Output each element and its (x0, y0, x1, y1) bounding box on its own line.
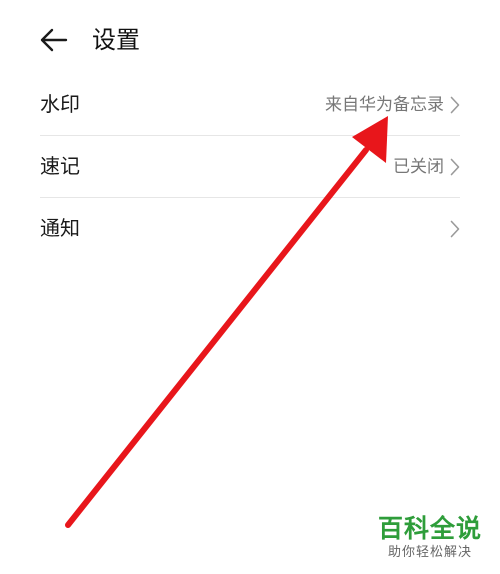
chevron-right-icon (450, 158, 460, 176)
settings-item-right: 来自华为备忘录 (325, 92, 460, 118)
arrow-left-icon (40, 28, 68, 52)
settings-item-right: 已关闭 (393, 154, 460, 180)
settings-item-watermark[interactable]: 水印 来自华为备忘录 (40, 74, 460, 135)
watermark-logo: 百科全说 助你轻松解决 (374, 514, 486, 562)
settings-item-quick-note[interactable]: 速记 已关闭 (40, 135, 460, 197)
settings-item-value: 来自华为备忘录 (325, 95, 444, 115)
header: 设置 (0, 0, 500, 78)
watermark-subtitle: 助你轻松解决 (387, 545, 472, 560)
settings-list: 水印 来自华为备忘录 速记 已关闭 通知 (0, 74, 500, 259)
settings-item-right (450, 216, 460, 242)
settings-item-value: 已关闭 (393, 157, 444, 177)
settings-item-label: 水印 (40, 92, 80, 116)
settings-item-notification[interactable]: 通知 (40, 197, 460, 259)
chevron-right-icon (450, 220, 460, 238)
watermark-title: 百科全说 (377, 514, 482, 543)
page-title: 设置 (92, 26, 140, 54)
chevron-right-icon (450, 96, 460, 114)
back-button[interactable] (36, 22, 72, 58)
settings-item-label: 速记 (40, 154, 80, 178)
settings-screen: 设置 水印 来自华为备忘录 速记 已关闭 通知 百科全说 助你轻松解决 (0, 0, 500, 574)
settings-item-label: 通知 (40, 216, 80, 240)
